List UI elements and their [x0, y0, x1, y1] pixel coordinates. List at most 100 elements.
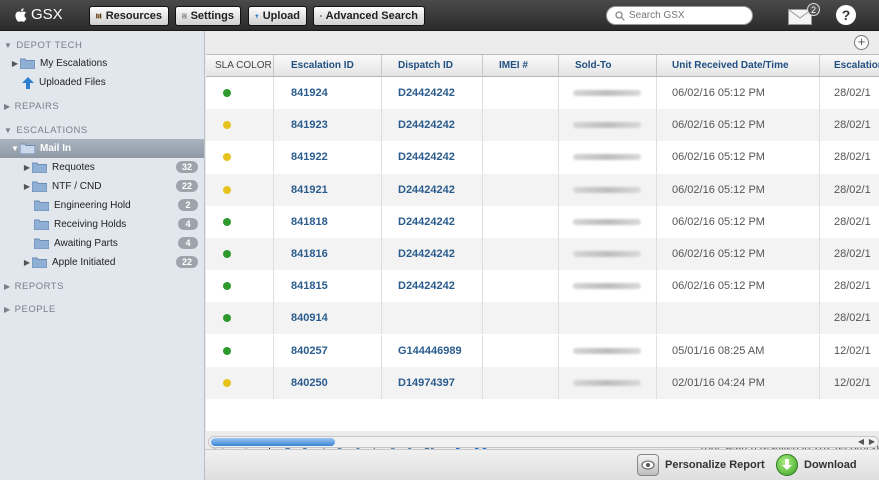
imei-cell — [483, 141, 559, 174]
escalation-id-cell[interactable]: 840257 — [274, 334, 382, 367]
escalation-id-cell[interactable]: 841922 — [274, 141, 382, 174]
dispatch-id-cell[interactable]: D24424242 — [382, 173, 483, 206]
download-label: Download — [804, 459, 857, 471]
table-row[interactable]: 841818 D24424242 06/02/16 05:12 PM 28/02/1 — [206, 205, 879, 238]
escalation-id-cell[interactable]: 841924 — [274, 77, 382, 109]
sla-color-cell — [206, 270, 274, 303]
table-row[interactable]: 840250 D14974397 02/01/16 04:24 PM 12/02/1 — [206, 366, 879, 399]
search-input[interactable] — [629, 10, 744, 21]
table-row[interactable]: 841922 D24424242 06/02/16 05:12 PM 28/02/1 — [206, 141, 879, 174]
sidebar-item-uploaded-files[interactable]: Uploaded Files — [0, 73, 204, 92]
received-date-cell: 06/02/16 05:12 PM — [657, 270, 820, 303]
table-row[interactable]: 841816 D24424242 06/02/16 05:12 PM 28/02/1 — [206, 238, 879, 270]
sidebar-item-awaiting-parts[interactable]: Awaiting Parts 4 — [0, 234, 204, 253]
scrollbar-thumb[interactable] — [211, 438, 335, 446]
received-date-cell: 05/01/16 08:25 AM — [657, 334, 820, 367]
horizontal-scrollbar[interactable]: ◀ ▶ — [208, 436, 879, 448]
dispatch-id-cell[interactable]: D24424242 — [382, 205, 483, 238]
sidebar-item-ntf-cnd[interactable]: ▶ NTF / CND 22 — [0, 177, 204, 196]
help-label: ? — [841, 7, 851, 23]
upload-label: Upload — [262, 10, 300, 22]
sla-color-cell — [206, 109, 274, 142]
column-header-sla-color[interactable]: SLA COLOR — [206, 55, 274, 77]
folder-icon — [20, 58, 35, 69]
section-people[interactable]: ▶ PEOPLE — [4, 304, 56, 315]
folder-icon — [32, 257, 47, 268]
section-reports[interactable]: ▶ REPORTS — [4, 281, 64, 292]
dispatch-id-cell[interactable]: G144446989 — [382, 334, 483, 367]
sidebar-item-receiving-holds[interactable]: Receiving Holds 4 — [0, 215, 204, 234]
imei-cell — [483, 366, 559, 399]
dispatch-id-cell[interactable]: D24424242 — [382, 109, 483, 142]
dispatch-id-cell[interactable]: D24424242 — [382, 238, 483, 270]
escalation-date-cell: 28/02/1 — [820, 77, 879, 109]
help-button[interactable]: ? — [836, 5, 856, 25]
scroll-right-icon[interactable]: ▶ — [869, 437, 875, 446]
sidebar-item-engineering-hold[interactable]: Engineering Hold 2 — [0, 196, 204, 215]
dispatch-id-cell[interactable]: D24424242 — [382, 270, 483, 303]
received-date-cell — [657, 302, 820, 335]
escalation-id-cell[interactable]: 840914 — [274, 302, 382, 335]
sla-color-cell — [206, 302, 274, 335]
column-header-sold-to[interactable]: Sold-To — [559, 55, 657, 77]
sidebar-item-label: Engineering Hold — [54, 200, 131, 211]
sidebar-item-mail-in[interactable]: ▼ Mail In — [0, 139, 204, 158]
column-header-dispatch-id[interactable]: Dispatch ID — [382, 55, 483, 77]
section-depot-tech[interactable]: ▼ DEPOT TECH — [4, 40, 82, 51]
dispatch-id-cell[interactable]: D24424242 — [382, 141, 483, 174]
section-repairs[interactable]: ▶ REPAIRS — [4, 101, 59, 112]
table-row[interactable]: 841921 D24424242 06/02/16 05:12 PM 28/02/1 — [206, 173, 879, 206]
table-row[interactable]: 840914 28/02/1 — [206, 302, 879, 335]
upload-arrow-icon — [22, 76, 34, 89]
section-label: REPAIRS — [14, 101, 60, 112]
settings-button[interactable]: Settings — [175, 6, 241, 26]
escalation-id-cell[interactable]: 841815 — [274, 270, 382, 303]
count-badge: 22 — [175, 180, 198, 192]
escalation-id-cell[interactable]: 841818 — [274, 205, 382, 238]
count-badge: 4 — [178, 237, 198, 249]
column-header-escalation-id[interactable]: Escalation ID — [274, 55, 382, 77]
add-column-button[interactable]: + — [854, 35, 869, 50]
sla-status-dot-icon — [223, 314, 231, 323]
sidebar-item-apple-initiated[interactable]: ▶ Apple Initiated 22 — [0, 253, 204, 272]
escalation-id-cell[interactable]: 841816 — [274, 238, 382, 270]
personalize-report-button[interactable]: Personalize Report — [637, 454, 765, 476]
app-logo[interactable]: GSX — [14, 6, 63, 23]
escalation-id-cell[interactable]: 841921 — [274, 173, 382, 206]
column-header-unit-received[interactable]: Unit Received Date/Time — [657, 55, 820, 77]
sold-to-cell — [559, 141, 657, 174]
dispatch-id-cell[interactable]: D14974397 — [382, 366, 483, 399]
redacted-text — [573, 218, 641, 225]
redacted-text — [573, 154, 641, 161]
sidebar-item-label: Uploaded Files — [39, 77, 106, 88]
dispatch-id-cell[interactable]: D24424242 — [382, 77, 483, 109]
table-row[interactable]: 841815 D24424242 06/02/16 05:12 PM 28/02/1 — [206, 270, 879, 303]
escalation-id-cell[interactable]: 840250 — [274, 366, 382, 399]
mail-button[interactable]: 2 — [788, 3, 820, 26]
sla-status-dot-icon — [223, 89, 231, 97]
column-header-imei[interactable]: IMEI # — [483, 55, 559, 77]
sla-status-dot-icon — [223, 217, 231, 226]
column-header-escalation[interactable]: Escalation — [820, 55, 879, 77]
dispatch-id-cell[interactable] — [382, 302, 483, 335]
escalation-date-cell: 28/02/1 — [820, 141, 879, 173]
upload-button[interactable]: Upload — [248, 6, 307, 26]
escalation-date-cell: 28/02/1 — [820, 238, 879, 270]
advanced-search-button[interactable]: Advanced Search — [313, 6, 425, 26]
sla-color-cell — [206, 238, 274, 270]
resources-button[interactable]: Resources — [89, 6, 169, 26]
download-button[interactable]: Download — [776, 454, 857, 476]
table-row[interactable]: 841923 D24424242 06/02/16 05:12 PM 28/02/1 — [206, 109, 879, 142]
section-escalations[interactable]: ▼ ESCALATIONS — [4, 125, 88, 136]
expanded-triangle-icon: ▼ — [4, 126, 13, 135]
table-row[interactable]: 840257 G144446989 05/01/16 08:25 AM 12/02/1 — [206, 334, 879, 367]
personalize-icon — [637, 454, 659, 476]
table-row[interactable]: 841924 D24424242 06/02/16 05:12 PM 28/02/1 — [206, 77, 879, 109]
received-date-cell: 06/02/16 05:12 PM — [657, 238, 820, 270]
search-box[interactable] — [606, 6, 753, 25]
escalation-id-cell[interactable]: 841923 — [274, 109, 382, 142]
sidebar-item-requotes[interactable]: ▶ Requotes 32 — [0, 158, 204, 177]
sidebar-item-my-escalations[interactable]: ▶ My Escalations — [0, 54, 204, 73]
scroll-left-icon[interactable]: ◀ — [858, 437, 864, 446]
redacted-text — [573, 251, 641, 257]
